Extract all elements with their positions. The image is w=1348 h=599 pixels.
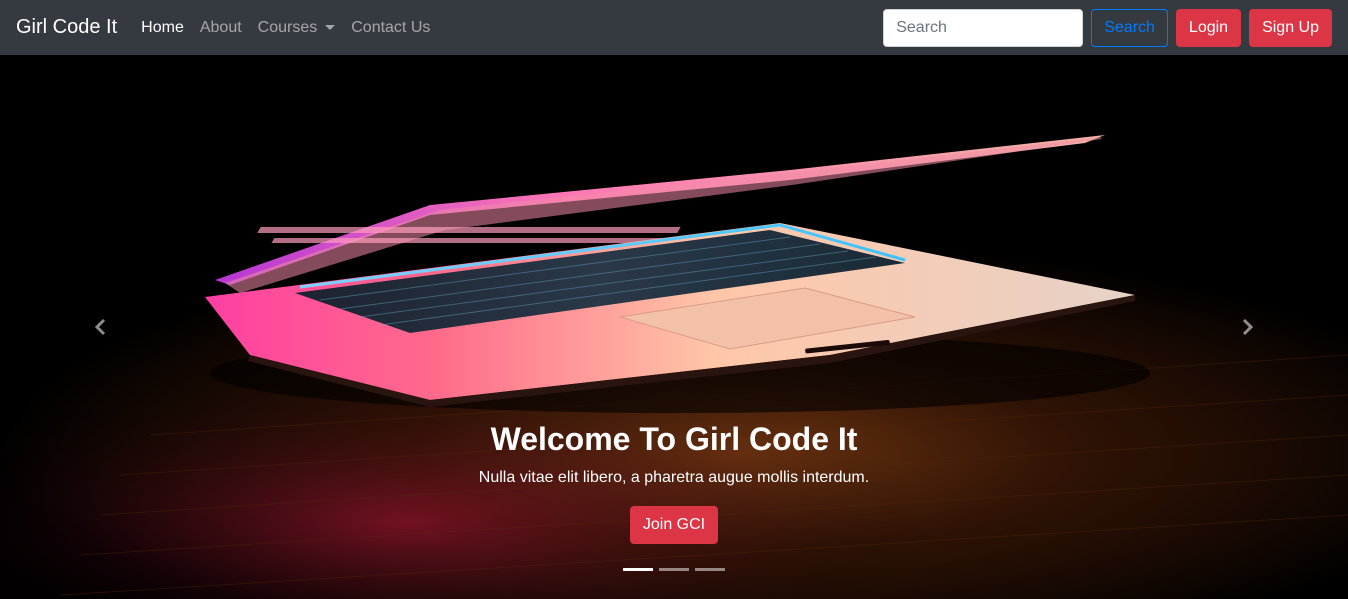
carousel-indicators — [0, 568, 1348, 571]
chevron-right-icon — [1242, 318, 1254, 336]
carousel-indicator-3[interactable] — [695, 568, 725, 571]
nav-links: Home About Courses Contact Us — [133, 11, 438, 45]
caption-title: Welcome To Girl Code It — [490, 421, 858, 457]
caption-text: Nulla vitae elit libero, a pharetra augu… — [478, 469, 870, 486]
nav-link-about[interactable]: About — [192, 11, 250, 45]
nav-link-contact[interactable]: Contact Us — [343, 11, 438, 45]
signup-button[interactable]: Sign Up — [1249, 8, 1332, 47]
nav-dropdown-courses[interactable]: Courses — [250, 11, 344, 45]
nav-link-home[interactable]: Home — [133, 11, 192, 45]
carousel-caption: Welcome To Girl Code It Nulla vitae elit… — [202, 419, 1146, 544]
carousel-next-control[interactable] — [1146, 55, 1348, 599]
chevron-left-icon — [94, 318, 106, 336]
caret-down-icon — [325, 25, 336, 30]
brand-logo-text[interactable]: Girl Code It — [16, 16, 117, 39]
search-button[interactable]: Search — [1091, 8, 1168, 47]
carousel-indicator-2[interactable] — [659, 568, 689, 571]
hero-carousel: Welcome To Girl Code It Nulla vitae elit… — [0, 55, 1348, 599]
carousel-prev-control[interactable] — [0, 55, 202, 599]
login-button[interactable]: Login — [1175, 8, 1242, 47]
join-button[interactable]: Join GCI — [629, 506, 719, 544]
top-navbar: Girl Code It Home About Courses Contact … — [0, 0, 1348, 55]
carousel-indicator-1[interactable] — [623, 568, 653, 571]
nav-actions: Search Login Sign Up — [883, 8, 1332, 47]
search-input[interactable] — [883, 8, 1084, 47]
nav-dropdown-courses-label: Courses — [257, 18, 318, 36]
